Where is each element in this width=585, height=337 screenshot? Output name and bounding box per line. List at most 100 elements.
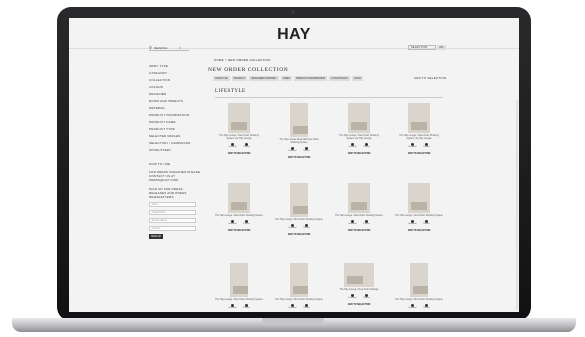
sidebar-item-colour[interactable]: COLOUR <box>149 84 209 91</box>
add-to-selection-button[interactable]: ADD TO SELECTION <box>335 230 383 232</box>
tab-video[interactable]: VIDEO <box>280 76 293 81</box>
lifestyle-image[interactable] <box>228 103 250 133</box>
download-action[interactable]: Download <box>408 303 416 309</box>
lifestyle-image[interactable] <box>348 103 370 133</box>
lifestyle-image[interactable] <box>344 263 374 287</box>
image-card[interactable]: The Hay Lounge / New Order Shelving Syst… <box>215 263 263 312</box>
tab-product[interactable]: PRODUCT <box>231 76 248 81</box>
tab-product-information[interactable]: PRODUCT INFORMATION <box>294 76 328 81</box>
add-to-selection-button[interactable]: ADD TO SELECTION <box>395 230 443 232</box>
download-action[interactable]: Download <box>228 142 236 148</box>
image-actions: Download Preview <box>335 293 383 299</box>
image-caption: The Hay Lounge / New Order Storage <box>339 289 379 291</box>
sidebar-item-collection[interactable]: COLLECTION <box>149 77 209 84</box>
image-caption: The Hay Lounge / New Order Shelving Syst… <box>399 135 439 140</box>
sidebar-item-designer[interactable]: DESIGNER <box>149 91 209 98</box>
add-to-selection-button[interactable]: ADD TO SELECTION <box>335 304 383 306</box>
sidebar-item-product-type[interactable]: PRODUCT TYPE <box>149 126 209 133</box>
how-to-use-link[interactable]: HOW TO USE <box>149 161 209 168</box>
image-card[interactable]: The Hay Lounge / New Order Shelving Syst… <box>335 183 383 232</box>
download-action[interactable]: Download <box>228 303 236 309</box>
preview-action[interactable]: Preview <box>363 293 370 299</box>
add-to-selection-button[interactable]: ADD TO SELECTION <box>275 157 323 159</box>
lifestyle-image[interactable] <box>290 263 308 297</box>
lifestyle-image[interactable] <box>408 183 430 213</box>
image-card[interactable]: The Hay Lounge / New Order Shelving Syst… <box>275 183 323 236</box>
name-field[interactable]: Name <box>149 202 196 207</box>
signup-button[interactable]: SIGN UP <box>149 234 163 239</box>
preview-action[interactable]: Preview <box>363 219 370 225</box>
preview-action[interactable]: Preview <box>243 219 250 225</box>
filter-tabs: LIFESTYLE PRODUCT DESIGNER PORTRAIT VIDE… <box>213 76 363 81</box>
tab-designer-portrait[interactable]: DESIGNER PORTRAIT <box>249 76 279 81</box>
sidebar-item-selected-images[interactable]: SELECTED IMAGES <box>149 133 209 140</box>
sidebar-item-upholstery[interactable]: UPHOLSTERY <box>149 147 209 154</box>
tab-logo[interactable]: LOGO <box>352 76 363 81</box>
image-actions: Download Preview <box>335 219 383 225</box>
sidebar-item-category[interactable]: CATEGORY <box>149 70 209 77</box>
lifestyle-image[interactable] <box>230 263 248 297</box>
selection-ok-button[interactable]: OK <box>437 45 446 50</box>
image-card[interactable]: The Hay Lounge / New Order Shelving Syst… <box>395 183 443 232</box>
image-card[interactable]: The Hay Lounge / New Order Shelving Syst… <box>395 103 443 155</box>
scrollbar[interactable] <box>516 100 518 310</box>
download-action[interactable]: Download <box>288 146 297 152</box>
sidebar-item-campaigns[interactable]: SELECTION / CAMPAIGNS <box>149 140 209 147</box>
image-card[interactable]: The Hay Lounge / New Order Storage Downlo… <box>335 263 383 306</box>
download-action[interactable]: Download <box>348 142 356 148</box>
image-card[interactable]: The Hay Lounge / New Order Shelving Syst… <box>275 263 323 312</box>
preview-action[interactable]: Preview <box>363 142 370 148</box>
sidebar-item-room[interactable]: ROOM AND OBJECTS <box>149 98 209 105</box>
download-action[interactable]: Download <box>408 219 416 225</box>
download-action[interactable]: Download <box>288 303 296 309</box>
image-card[interactable]: The Hay Lounge Desk with New Order Shelv… <box>275 103 323 159</box>
sidebar-item-material[interactable]: MATERIAL <box>149 105 209 112</box>
add-to-selection-button[interactable]: ADD TO SELECTION <box>215 153 263 155</box>
add-to-selection-button[interactable]: ADD TO SELECTION <box>335 153 383 155</box>
download-action[interactable]: Download <box>228 219 236 225</box>
lifestyle-image[interactable] <box>290 103 308 137</box>
preview-label: Preview <box>243 145 250 148</box>
image-card[interactable]: The Hay Lounge / New Order Shelving Syst… <box>215 183 263 232</box>
preview-action[interactable]: Preview <box>423 219 430 225</box>
preview-action[interactable]: Preview <box>303 223 310 229</box>
preview-action[interactable]: Preview <box>243 142 250 148</box>
add-to-selection-button[interactable]: ADD TO SELECTION <box>275 234 323 236</box>
download-action[interactable]: Download <box>288 223 296 229</box>
download-action[interactable]: Download <box>348 293 356 299</box>
sidebar-item-product-info[interactable]: PRODUCT INFORMATION <box>149 112 209 119</box>
image-card[interactable]: The Hay Lounge / New Order Shelving Syst… <box>215 103 263 155</box>
sidebar-item-product-name[interactable]: PRODUCT NAME <box>149 119 209 126</box>
lifestyle-image[interactable] <box>410 263 428 297</box>
tab-lifestyle[interactable]: LIFESTYLE <box>213 76 230 81</box>
breadcrumb[interactable]: HOME > NEW ORDER COLLECTION <box>214 58 271 62</box>
image-card[interactable]: The Hay Lounge / New Order Shelving Syst… <box>335 103 383 155</box>
email-field[interactable]: Email address <box>149 218 196 223</box>
lifestyle-image[interactable] <box>290 183 308 217</box>
image-card[interactable]: The Hay Lounge / New Order Shelving Syst… <box>395 263 443 312</box>
preview-action[interactable]: Preview <box>243 303 250 309</box>
download-label: Download <box>288 149 297 152</box>
preview-action[interactable]: Preview <box>423 303 430 309</box>
lifestyle-image[interactable] <box>408 103 430 133</box>
image-actions: Download Preview <box>215 303 263 309</box>
section-divider <box>215 97 443 98</box>
download-action[interactable]: Download <box>348 219 356 225</box>
sidebar-item-army-type[interactable]: ARMY TYPE <box>149 63 209 70</box>
preview-action[interactable]: Preview <box>303 146 310 152</box>
country-field[interactable]: Country <box>149 226 196 231</box>
add-to-selection-button[interactable]: ADD TO SELECTION <box>395 153 443 155</box>
search-underline <box>149 50 189 51</box>
tab-cutouts[interactable]: CUTOUTS ETC <box>329 76 351 81</box>
add-to-selection-button[interactable]: ADD TO SELECTION <box>215 230 263 232</box>
preview-action[interactable]: Preview <box>423 142 430 148</box>
image-caption: The Hay Lounge / New Order Shelving Syst… <box>275 299 323 301</box>
add-to-selection-link[interactable]: ADD TO SELECTION <box>414 76 446 80</box>
download-action[interactable]: Download <box>408 142 416 148</box>
preview-action[interactable]: Preview <box>303 303 310 309</box>
selection-select[interactable]: SELECTION <box>408 45 436 50</box>
lifestyle-image[interactable] <box>348 183 370 213</box>
organization-field[interactable]: Organization <box>149 210 196 215</box>
site-logo[interactable]: HAY <box>69 26 519 44</box>
lifestyle-image[interactable] <box>228 183 250 213</box>
